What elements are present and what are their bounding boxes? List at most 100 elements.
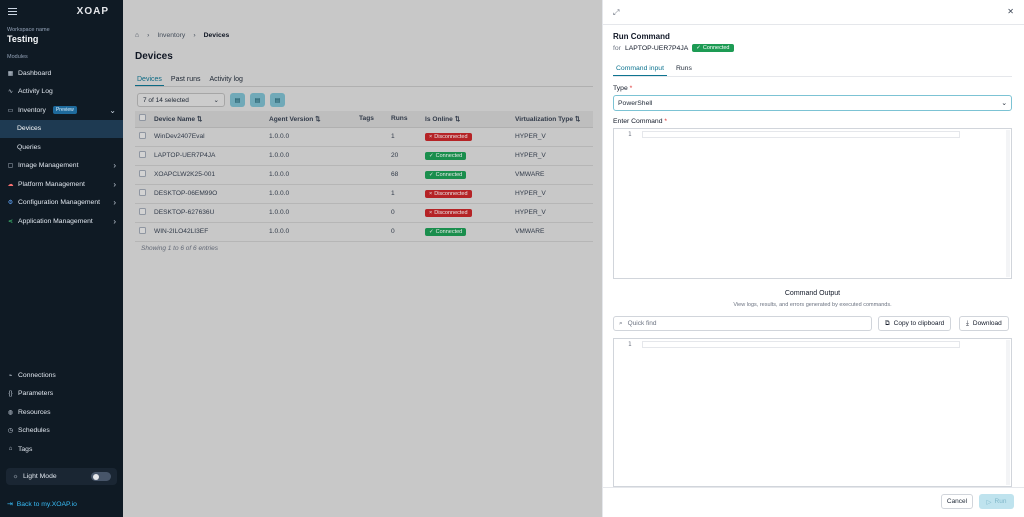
sidebar-header: XOAP	[0, 0, 123, 22]
sidebar-item-label: Image Management	[18, 162, 79, 170]
command-editor[interactable]: 1	[613, 128, 1012, 279]
expand-icon[interactable]: ⤢	[613, 8, 619, 18]
copy-icon: ⧉	[885, 319, 890, 327]
main-content: ⌂ › Inventory › Devices Devices Devices …	[123, 0, 602, 517]
sidebar-item-configuration-management[interactable]: ⚙ Configuration Management ›	[0, 194, 123, 213]
current-line	[642, 341, 960, 348]
command-label: Enter Command *	[613, 118, 668, 125]
chevron-down-icon: ⌄	[109, 105, 116, 115]
light-mode-toggle[interactable]	[91, 472, 111, 481]
sidebar-item-activity-log[interactable]: ∿ Activity Log	[0, 83, 123, 102]
tab-command-input[interactable]: Command input	[613, 64, 667, 76]
chevron-right-icon: ›	[113, 179, 116, 189]
sidebar-item-label: Schedules	[18, 427, 50, 435]
line-number: 1	[628, 341, 632, 348]
output-title: Command Output	[784, 290, 841, 297]
type-label: Type *	[613, 85, 633, 92]
back-link[interactable]: ⇥ Back to my.XOAP.io	[7, 500, 77, 509]
device-name: LAPTOP-UER7P4JA	[624, 44, 689, 52]
sidebar-item-label: Queries	[17, 143, 41, 151]
sidebar-item-label: Activity Log	[18, 88, 53, 96]
sidebar-item-application-management[interactable]: ⋖ Application Management ›	[0, 212, 123, 231]
sidebar-item-label: Platform Management	[18, 180, 85, 188]
divider	[603, 487, 1024, 488]
copy-to-clipboard-button[interactable]: ⧉ Copy to clipboard	[878, 316, 952, 331]
search-icon: ⌕	[619, 319, 623, 327]
sidebar-item-label: Inventory	[18, 106, 46, 114]
sidebar-item-label: Dashboard	[18, 69, 52, 77]
scrollbar[interactable]	[1006, 340, 1010, 485]
share-icon: ⋖	[7, 218, 14, 225]
sidebar-item-tags[interactable]: ⌂ Tags	[0, 440, 123, 459]
tab-runs[interactable]: Runs	[673, 64, 695, 76]
sidebar-item-schedules[interactable]: ◷ Schedules	[0, 422, 123, 441]
sidebar-item-label: Resources	[18, 408, 51, 416]
sidebar-item-label: Application Management	[18, 217, 93, 225]
sidebar-item-platform-management[interactable]: ☁ Platform Management ›	[0, 175, 123, 194]
divider	[603, 24, 1024, 25]
overlay-backdrop[interactable]	[123, 0, 602, 517]
light-mode-row: ☼ Light Mode	[6, 468, 117, 485]
chevron-right-icon: ›	[113, 198, 116, 208]
sidebar-item-label: Devices	[17, 125, 42, 133]
sidebar-item-devices[interactable]: Devices	[0, 119, 123, 138]
sidebar-item-label: Connections	[18, 371, 56, 379]
sidebar-item-label: Tags	[18, 445, 33, 453]
cancel-button[interactable]: Cancel	[941, 494, 973, 509]
plug-icon: ⌁	[8, 372, 13, 379]
logo: XOAP	[76, 5, 109, 17]
sidebar-item-resources[interactable]: ◍ Resources	[0, 403, 123, 422]
current-line	[642, 131, 960, 138]
light-mode-label: Light Mode	[23, 473, 57, 480]
panel-title: Run Command	[613, 32, 670, 41]
sidebar-item-connections[interactable]: ⌁ Connections	[0, 366, 123, 385]
panel-subtitle: for LAPTOP-UER7P4JA ✓ Connected	[613, 44, 734, 52]
chevron-right-icon: ›	[113, 161, 116, 171]
globe-icon: ◍	[7, 409, 14, 416]
run-command-panel: ⤢ ✕ Run Command for LAPTOP-UER7P4JA ✓ Co…	[602, 0, 1024, 517]
run-button[interactable]: ▷ Run	[979, 494, 1014, 509]
settings-icon: ⚙	[7, 200, 14, 207]
scrollbar[interactable]	[1006, 130, 1010, 277]
sidebar-item-label: Configuration Management	[18, 199, 100, 207]
sidebar-item-label: Parameters	[18, 390, 54, 398]
image-icon: ▢	[7, 163, 14, 170]
type-select[interactable]: PowerShell ⌄	[613, 95, 1012, 111]
play-icon: ▷	[986, 498, 992, 506]
sidebar-item-dashboard[interactable]: ▦ Dashboard	[0, 64, 123, 83]
workspace-name[interactable]: Testing	[0, 33, 123, 44]
chevron-right-icon: ›	[113, 216, 116, 226]
quick-find-input[interactable]: ⌕ Quick find	[613, 316, 872, 331]
clock-icon: ◷	[7, 428, 14, 435]
cloud-icon: ☁	[7, 181, 14, 188]
sidebar-item-parameters[interactable]: {} Parameters	[0, 385, 123, 404]
menu-icon[interactable]	[8, 7, 17, 15]
sidebar: XOAP Workspace name Testing Modules ▦ Das…	[0, 0, 123, 517]
arrow-right-icon: ⇥	[7, 501, 13, 508]
brackets-icon: {}	[8, 390, 13, 397]
output-subtitle: View logs, results, and errors generated…	[733, 302, 892, 308]
sidebar-item-image-management[interactable]: ▢ Image Management ›	[0, 157, 123, 176]
type-value: PowerShell	[618, 99, 653, 107]
line-number: 1	[628, 131, 632, 138]
download-button[interactable]: ⤓ Download	[959, 316, 1009, 331]
back-link-label: Back to my.XOAP.io	[16, 500, 77, 508]
workspace-label: Workspace name	[7, 27, 50, 33]
panel-tabs: Command input Runs	[613, 64, 1012, 77]
sidebar-bottom-nav: ⌁ Connections {} Parameters ◍ Resources ◷ Sc…	[0, 366, 123, 459]
close-icon[interactable]: ✕	[1007, 7, 1014, 16]
sun-icon: ☼	[12, 473, 19, 480]
modules-label: Modules	[7, 54, 28, 60]
quick-find-placeholder: Quick find	[627, 320, 657, 327]
status-badge: ✓ Connected	[692, 44, 734, 52]
download-icon: ⤓	[966, 319, 969, 327]
for-label: for	[613, 44, 621, 52]
sidebar-item-queries[interactable]: Queries	[0, 138, 123, 157]
box-icon: ▭	[7, 107, 14, 114]
preview-badge: Preview	[52, 106, 77, 115]
sidebar-item-inventory[interactable]: ▭ Inventory Preview ⌄	[0, 101, 123, 120]
chevron-down-icon: ⌄	[1001, 100, 1007, 107]
output-viewer[interactable]: 1	[613, 338, 1012, 487]
grid-icon: ▦	[7, 70, 14, 77]
activity-icon: ∿	[7, 89, 14, 96]
